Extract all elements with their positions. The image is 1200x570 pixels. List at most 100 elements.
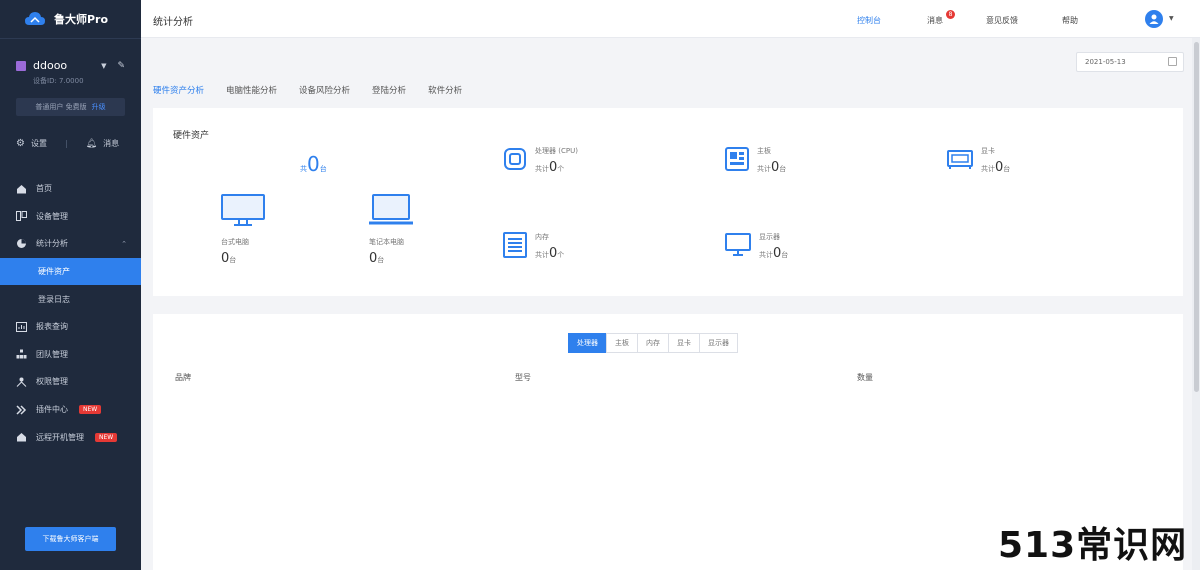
sidebar-item-label: 设备管理 <box>36 211 68 221</box>
tab-software[interactable]: 软件分析 <box>428 84 462 102</box>
sidebar-item-team[interactable]: 团队管理 <box>0 341 141 369</box>
messages-link[interactable]: 消息 <box>927 15 943 26</box>
gpu-stat: 显卡 共计0台 <box>947 146 1010 175</box>
app-name: 鲁大师Pro <box>54 13 109 26</box>
remote-icon <box>16 432 27 443</box>
user-plan-tag: 普通用户 免费版 升级 <box>16 98 125 116</box>
chevron-up-icon: ⌃ <box>121 239 127 248</box>
message-link[interactable]: 消息 <box>103 138 119 149</box>
date-value: 2021-05-13 <box>1085 58 1126 66</box>
motherboard-stat: 主板 共计0台 <box>725 146 786 175</box>
desktop-stat: 台式电脑 0台 <box>221 194 265 266</box>
tab-hardware-assets[interactable]: 硬件资产分析 <box>153 84 204 102</box>
sidebar: 鲁大师Pro ddooo ▼ ✎ 设备ID: 7.0000 普通用户 免费版 升… <box>0 0 141 570</box>
segment-motherboard[interactable]: 主板 <box>606 333 638 353</box>
user-name: ddooo <box>33 59 68 72</box>
sidebar-item-home[interactable]: 首页 <box>0 175 141 203</box>
segment-cpu[interactable]: 处理器 <box>568 333 607 353</box>
cpu-icon <box>503 147 527 174</box>
stat-label: 台式电脑 <box>221 238 249 246</box>
user-avatar-icon[interactable] <box>1145 10 1163 28</box>
sidebar-item-plugins[interactable]: 插件中心 NEW <box>0 396 141 424</box>
sidebar-item-label: 远程开机管理 <box>36 432 84 442</box>
dropdown-icon[interactable]: ▼ <box>101 62 106 70</box>
stat-count: 共计0台 <box>757 160 787 175</box>
download-client-button[interactable]: 下载鲁大师客户端 <box>25 527 116 551</box>
main-content: 2021-05-13 硬件资产分析 电脑性能分析 设备风险分析 登陆分析 软件分… <box>141 38 1192 570</box>
total-count: 共0台 <box>300 152 327 176</box>
total-unit: 台 <box>319 165 327 173</box>
column-header-brand: 品牌 <box>175 373 191 382</box>
home-icon <box>16 183 27 194</box>
total-value: 0 <box>307 152 320 176</box>
date-picker[interactable]: 2021-05-13 <box>1076 52 1184 72</box>
sidebar-item-stats[interactable]: 统计分析 ⌃ <box>0 230 141 258</box>
laptop-icon <box>369 194 413 229</box>
gpu-icon <box>947 148 973 173</box>
sidebar-item-hardware-assets[interactable]: 硬件资产 <box>0 257 141 286</box>
feedback-link[interactable]: 意见反馈 <box>986 15 1018 26</box>
segment-memory[interactable]: 内存 <box>637 333 669 353</box>
user-block: ddooo ▼ ✎ 设备ID: 7.0000 普通用户 免费版 升级 <box>0 39 141 116</box>
stat-count: 共计0个 <box>535 160 565 175</box>
desktop-icon <box>221 194 265 229</box>
laptop-stat: 笔记本电脑 0台 <box>369 194 413 266</box>
user-avatar <box>16 60 26 71</box>
sidebar-item-label: 报表查询 <box>36 322 68 332</box>
stat-count: 0台 <box>221 251 237 266</box>
hardware-assets-card: 硬件资产 共0台 处理器 (CPU) 共计0个 主板 共计0台 显卡 共计0台 … <box>153 108 1183 296</box>
sidebar-item-label: 权限管理 <box>36 377 68 387</box>
sidebar-item-label: 团队管理 <box>36 349 68 359</box>
sidebar-menu: 首页 设备管理 统计分析 ⌃ 硬件资产 登录日志 报表查询 团队管理 权限管理 <box>0 175 141 451</box>
app-logo[interactable]: 鲁大师Pro <box>0 0 141 38</box>
stat-label: 处理器 (CPU) <box>535 147 578 155</box>
action-separator: | <box>64 139 68 148</box>
stat-count: 共计0个 <box>535 246 565 261</box>
help-link[interactable]: 帮助 <box>1062 15 1078 26</box>
tab-risk[interactable]: 设备风险分析 <box>299 84 350 102</box>
scrollbar-thumb[interactable] <box>1194 42 1199 392</box>
notification-count-badge: 8 <box>946 10 955 19</box>
stat-count: 0台 <box>369 251 385 266</box>
user-device-id: 设备ID: 7.0000 <box>33 77 84 85</box>
watermark-text: 513常识网 <box>998 525 1188 566</box>
settings-link[interactable]: 设置 <box>31 138 47 149</box>
display-icon <box>725 233 751 260</box>
bell-icon[interactable]: 🔔︎ <box>86 139 97 149</box>
column-header-count: 数量 <box>857 373 873 382</box>
card-title: 硬件资产 <box>173 131 210 141</box>
stat-label: 笔记本电脑 <box>369 238 404 246</box>
edit-icon[interactable]: ✎ <box>117 61 125 71</box>
devices-icon <box>16 211 27 222</box>
tab-performance[interactable]: 电脑性能分析 <box>226 84 277 102</box>
sidebar-item-label: 硬件资产 <box>38 267 70 277</box>
stat-count: 共计0台 <box>981 160 1011 175</box>
sidebar-actions: ⚙ 设置 | 🔔︎ 消息 <box>0 116 141 149</box>
dashboard-link[interactable]: 控制台 <box>857 15 881 26</box>
caret-down-icon[interactable]: ▼ <box>1169 15 1174 22</box>
sidebar-item-remote-boot[interactable]: 远程开机管理 NEW <box>0 423 141 451</box>
sidebar-item-login-log[interactable]: 登录日志 <box>0 285 141 313</box>
sidebar-item-permissions[interactable]: 权限管理 <box>0 368 141 396</box>
total-devices-stat: 共0台 <box>300 152 327 176</box>
permission-icon <box>16 376 27 387</box>
column-header-model: 型号 <box>515 373 531 382</box>
sidebar-item-label: 登录日志 <box>38 294 70 304</box>
upgrade-link[interactable]: 升级 <box>92 102 106 112</box>
segment-gpu[interactable]: 显卡 <box>668 333 700 353</box>
stat-count: 共计0台 <box>759 246 789 261</box>
motherboard-icon <box>725 147 749 174</box>
stat-label: 主板 <box>757 147 771 155</box>
page-title: 统计分析 <box>153 17 193 28</box>
segment-display[interactable]: 显示器 <box>699 333 738 353</box>
total-prefix: 共 <box>300 165 307 173</box>
tab-login[interactable]: 登陆分析 <box>372 84 406 102</box>
sidebar-item-reports[interactable]: 报表查询 <box>0 313 141 341</box>
display-stat: 显示器 共计0台 <box>725 232 788 261</box>
settings-icon[interactable]: ⚙ <box>16 138 25 149</box>
sidebar-item-devices[interactable]: 设备管理 <box>0 203 141 231</box>
pie-chart-icon <box>16 238 27 249</box>
plugin-icon <box>16 404 27 415</box>
memory-icon <box>503 232 527 261</box>
stat-label: 显卡 <box>981 147 995 155</box>
